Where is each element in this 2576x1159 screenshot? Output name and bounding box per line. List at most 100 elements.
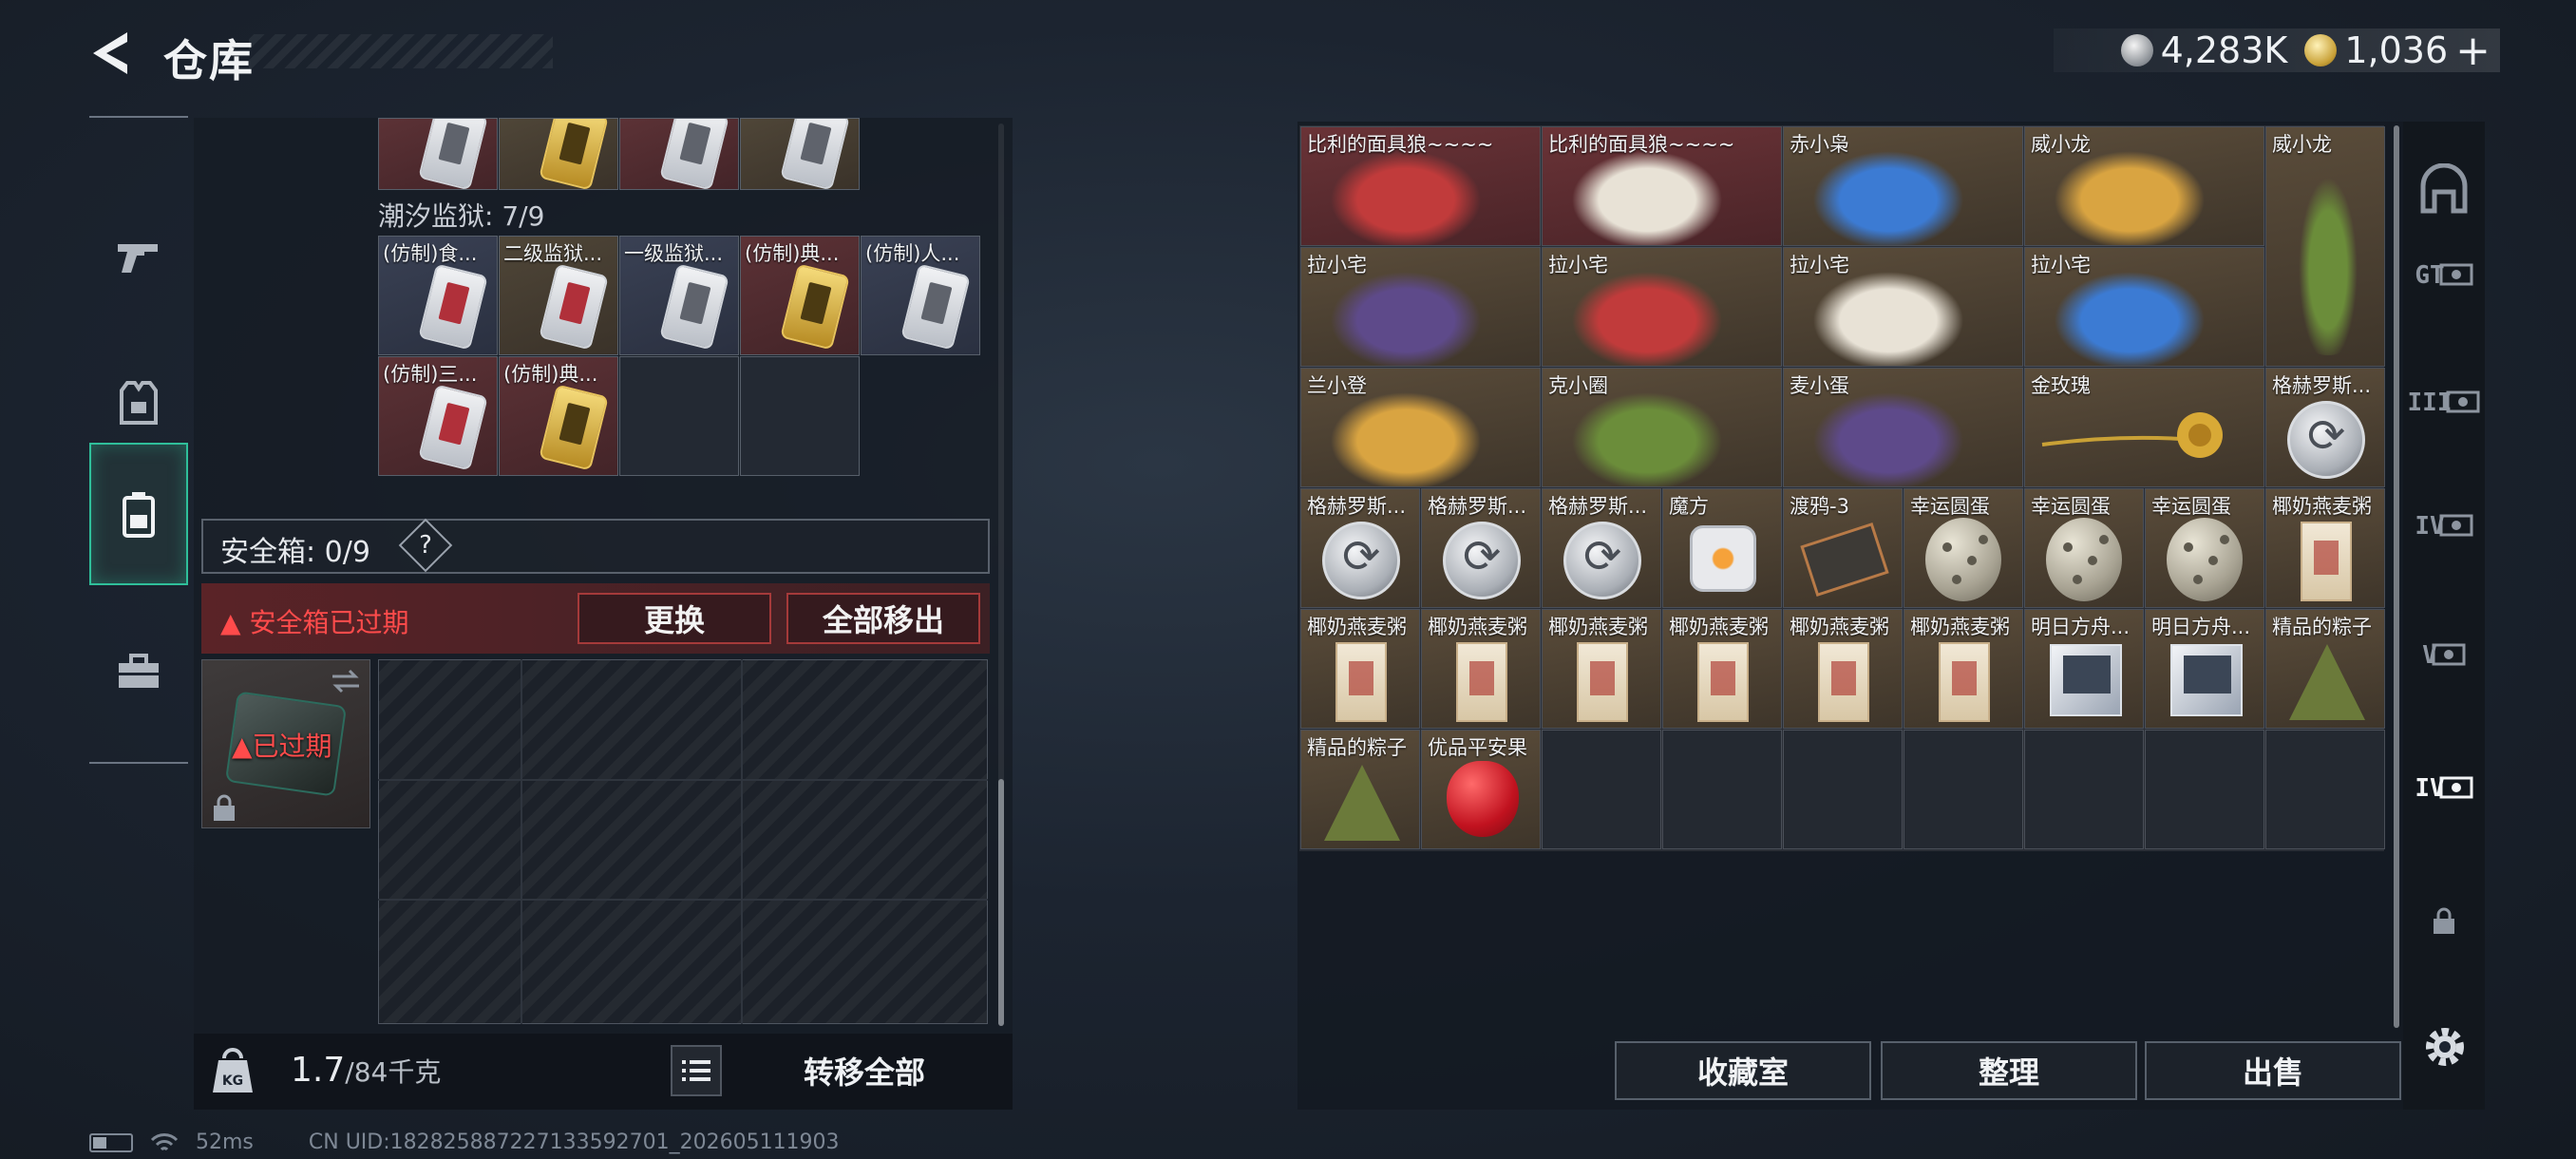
collection-item-label: 精品的粽子 xyxy=(2272,616,2372,638)
region-item-slot[interactable]: (仿制)典... xyxy=(740,236,860,355)
collection-item[interactable]: 威小龙 xyxy=(2024,126,2264,246)
collection-item[interactable]: 椰奶燕麦粥 xyxy=(2265,488,2385,608)
collection-scrollbar[interactable] xyxy=(2394,125,2399,1028)
region-item-slot[interactable] xyxy=(740,356,860,476)
storage-scrollbar-thumb[interactable] xyxy=(998,779,1004,1026)
collection-item-label: 赤小枭 xyxy=(1790,133,1849,156)
tier-gt-tab[interactable]: GT xyxy=(2405,228,2483,323)
collection-item[interactable]: 克小圈 xyxy=(1542,368,1782,487)
region-item-slot[interactable]: 一级监狱... xyxy=(619,236,739,355)
collection-item[interactable]: 幸运圆蛋 xyxy=(2145,488,2264,608)
vest-icon xyxy=(120,381,158,425)
storage-slot[interactable] xyxy=(378,118,498,190)
region-item-slot[interactable]: (仿制)人... xyxy=(861,236,980,355)
collection-empty-slot[interactable] xyxy=(1783,730,1903,849)
collection-empty-slot[interactable] xyxy=(1904,730,2023,849)
keycard-icon xyxy=(418,263,488,351)
collection-item[interactable]: 渡鸦-3 xyxy=(1783,488,1903,608)
collection-item[interactable]: 椰奶燕麦粥 xyxy=(1662,609,1782,729)
collection-item[interactable]: 椰奶燕麦粥 xyxy=(1904,609,2023,729)
collection-item[interactable]: 明日方舟... xyxy=(2145,609,2264,729)
collection-item[interactable]: 赤小枭 xyxy=(1783,126,2023,246)
silver-coin-icon xyxy=(2120,34,2153,66)
pack-icon xyxy=(1939,642,1990,722)
collection-item[interactable]: 拉小宅 xyxy=(1542,247,1782,367)
storage-slot[interactable] xyxy=(619,118,739,190)
collection-item-label: 椰奶燕麦粥 xyxy=(1669,616,1769,638)
sell-button[interactable]: 出售 xyxy=(2145,1041,2401,1100)
collection-item[interactable]: 明日方舟... xyxy=(2024,609,2144,729)
region-item-slot[interactable]: (仿制)食... xyxy=(378,236,498,355)
tier-3-tab[interactable]: III xyxy=(2405,355,2483,450)
region-item-slot[interactable]: (仿制)三... xyxy=(378,356,498,476)
collection-item[interactable]: 椰奶燕麦粥 xyxy=(1421,609,1541,729)
collection-item[interactable]: 椰奶燕麦粥 xyxy=(1300,609,1420,729)
collection-item[interactable]: 拉小宅 xyxy=(1300,247,1541,367)
collection-item[interactable]: 魔方 xyxy=(1662,488,1782,608)
toolbox-tab[interactable] xyxy=(89,600,188,743)
weapons-tab[interactable] xyxy=(89,184,188,327)
wifi-icon xyxy=(150,1132,179,1150)
collection-item[interactable]: 拉小宅 xyxy=(1783,247,2023,367)
region-item-slot[interactable] xyxy=(619,356,739,476)
gear-icon[interactable] xyxy=(2418,1020,2472,1074)
transfer-all-button[interactable]: 转移全部 xyxy=(733,1043,995,1098)
collection-item[interactable]: 优品平安果 xyxy=(1421,730,1541,849)
egg-icon xyxy=(1925,518,2001,601)
collection-item[interactable]: 比利的面具狼~~~~ xyxy=(1542,126,1782,246)
pack-icon xyxy=(2301,522,2352,601)
collection-item[interactable]: 格赫罗斯... xyxy=(1300,488,1420,608)
collection-item[interactable]: 精品的粽子 xyxy=(2265,609,2385,729)
tier-4b-tab[interactable]: IV xyxy=(2405,741,2483,836)
swap-button[interactable]: 更换 xyxy=(578,593,771,644)
region-item-slot[interactable]: (仿制)典... xyxy=(499,356,618,476)
storage-slot[interactable] xyxy=(740,118,860,190)
collection-item[interactable]: 威小龙 xyxy=(2265,126,2385,367)
weight-icon[interactable]: KG xyxy=(211,1045,255,1094)
collection-item[interactable]: 精品的粽子 xyxy=(1300,730,1420,849)
figure-icon xyxy=(1562,144,1733,245)
collection-item-label: 椰奶燕麦粥 xyxy=(1548,616,1648,638)
collection-item[interactable]: 格赫罗斯... xyxy=(1542,488,1661,608)
keycard-icon xyxy=(418,119,488,189)
tier-4-tab[interactable]: IV xyxy=(2405,479,2483,574)
collection-item[interactable]: 兰小登 xyxy=(1300,368,1541,487)
collection-empty-slot[interactable] xyxy=(2145,730,2264,849)
tier-5-tab[interactable]: V xyxy=(2405,608,2483,703)
storage-tab[interactable] xyxy=(89,443,188,585)
collection-item[interactable]: 金玫瑰 xyxy=(2024,368,2264,487)
collection-empty-slot[interactable] xyxy=(2265,730,2385,849)
collection-room-button[interactable]: 收藏室 xyxy=(1615,1041,1871,1100)
collection-item[interactable]: 拉小宅 xyxy=(2024,247,2264,367)
collection-item[interactable]: 幸运圆蛋 xyxy=(2024,488,2144,608)
collection-item[interactable]: 格赫罗斯... xyxy=(1421,488,1541,608)
collection-item[interactable]: 比利的面具狼~~~~ xyxy=(1300,126,1541,246)
collection-item-label: 椰奶燕麦粥 xyxy=(1428,616,1527,638)
collection-empty-slot[interactable] xyxy=(2024,730,2144,849)
figure-icon xyxy=(1803,386,1974,486)
home-tab[interactable] xyxy=(2405,142,2483,238)
pack-icon xyxy=(1335,642,1387,722)
figure-icon xyxy=(1562,265,1733,366)
svg-text:KG: KG xyxy=(222,1074,243,1089)
list-view-button[interactable] xyxy=(671,1045,722,1096)
collection-item[interactable]: 麦小蛋 xyxy=(1783,368,2023,487)
collection-item[interactable]: 幸运圆蛋 xyxy=(1904,488,2023,608)
back-arrow-icon[interactable] xyxy=(87,27,141,80)
storage-slot[interactable] xyxy=(499,118,618,190)
grid-divider xyxy=(521,659,522,1024)
collection-item-label: 拉小宅 xyxy=(1307,254,1367,276)
figure-icon xyxy=(1320,265,1491,366)
remove-all-button[interactable]: 全部移出 xyxy=(786,593,980,644)
locked-tab[interactable] xyxy=(2405,874,2483,969)
collection-empty-slot[interactable] xyxy=(1542,730,1661,849)
collection-item-label: 精品的粽子 xyxy=(1307,736,1407,759)
collection-item[interactable]: 椰奶燕麦粥 xyxy=(1542,609,1661,729)
add-currency-button[interactable]: + xyxy=(2455,27,2491,75)
sort-button[interactable]: 整理 xyxy=(1881,1041,2137,1100)
collection-empty-slot[interactable] xyxy=(1662,730,1782,849)
collection-item[interactable]: 格赫罗斯... xyxy=(2265,368,2385,487)
region-item-slot[interactable]: 二级监狱... xyxy=(499,236,618,355)
tier-label: III xyxy=(2407,389,2453,417)
collection-item[interactable]: 椰奶燕麦粥 xyxy=(1783,609,1903,729)
